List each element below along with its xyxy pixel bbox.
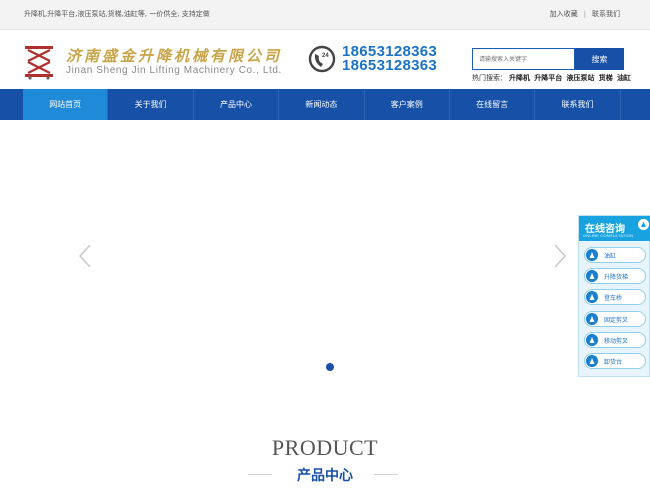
consult-item[interactable]: 卸货台 xyxy=(584,353,646,369)
qq-icon xyxy=(586,334,598,346)
phone-24h-icon: 24 xyxy=(308,45,336,73)
consult-item[interactable]: 登车桥 xyxy=(584,289,646,305)
contact-us-link[interactable]: 联系我们 xyxy=(592,9,620,19)
company-name-en: Jinan Sheng Jin Lifting Machinery Co., L… xyxy=(66,65,282,76)
qq-icon xyxy=(586,291,598,303)
hot-search-label: 热门搜索： xyxy=(472,74,507,82)
hot-term[interactable]: 货梯 xyxy=(599,74,613,82)
next-slide-arrow-icon[interactable] xyxy=(553,243,567,269)
scissor-lift-logo-icon xyxy=(25,46,53,80)
search-button[interactable]: 搜索 xyxy=(575,48,624,70)
consult-item-label: 油缸 xyxy=(604,253,617,260)
add-favorite-link[interactable]: 加入收藏 xyxy=(550,9,578,19)
main-nav: 网站首页 关于我们 产品中心 新闻动态 客户案例 在线留言 联系我们 xyxy=(0,89,650,120)
site-tagline: 升降机,升降平台,液压泵站,货梯,油缸等, 一价供全, 支持定做 xyxy=(24,10,210,18)
hotline: 24 18653128363 18653128363 xyxy=(308,43,448,76)
nav-item-contact[interactable]: 联系我们 xyxy=(535,89,621,120)
hot-term[interactable]: 升降机 xyxy=(509,74,530,82)
consult-item-label: 卸货台 xyxy=(604,359,623,366)
qq-icon xyxy=(586,249,598,261)
nav-item-message[interactable]: 在线留言 xyxy=(450,89,536,120)
prev-slide-arrow-icon[interactable] xyxy=(78,243,92,269)
consult-header: 在线咨询 ONLINE CONSULTATION xyxy=(579,216,650,241)
search-box: 搜索 xyxy=(472,48,624,70)
divider xyxy=(374,474,398,475)
nav-item-news[interactable]: 新闻动态 xyxy=(279,89,365,120)
divider: | xyxy=(583,10,586,18)
consult-subtitle: ONLINE CONSULTATION xyxy=(583,233,634,238)
hot-term[interactable]: 液压泵站 xyxy=(566,74,594,82)
svg-text:24: 24 xyxy=(322,53,329,59)
consult-item[interactable]: 固定剪叉 xyxy=(584,311,646,327)
consult-item-label: 移动剪叉 xyxy=(604,338,629,345)
top-links: 加入收藏 | 联系我们 xyxy=(550,9,620,19)
banner-slider xyxy=(0,120,650,420)
phone-number: 18653128363 xyxy=(342,57,438,74)
online-consult-panel: 在线咨询 ONLINE CONSULTATION 油缸 升降货梯 登车桥 固定剪… xyxy=(578,215,650,377)
qq-icon xyxy=(586,270,598,282)
nav-item-products[interactable]: 产品中心 xyxy=(194,89,280,120)
qq-chat-icon[interactable] xyxy=(638,219,649,230)
hot-term[interactable]: 升降平台 xyxy=(534,74,562,82)
section-title-cn: 产品中心 xyxy=(297,468,353,484)
company-name-cn: 济南盛金升降机械有限公司 xyxy=(66,47,283,65)
nav-item-home[interactable]: 网站首页 xyxy=(23,89,109,120)
consult-item[interactable]: 移动剪叉 xyxy=(584,332,646,348)
hot-term[interactable]: 油缸 xyxy=(617,74,631,82)
section-title-en: PRODUCT xyxy=(271,435,379,460)
consult-item-label: 登车桥 xyxy=(604,295,623,302)
nav-item-about[interactable]: 关于我们 xyxy=(108,89,194,120)
consult-item[interactable]: 升降货梯 xyxy=(584,268,646,284)
hot-search: 热门搜索： 升降机 升降平台 液压泵站 货梯 油缸 xyxy=(472,73,631,83)
top-bar: 升降机,升降平台,液压泵站,货梯,油缸等, 一价供全, 支持定做 加入收藏 | 联系… xyxy=(0,0,650,30)
consult-item-label: 升降货梯 xyxy=(604,274,629,281)
consult-item[interactable]: 油缸 xyxy=(584,247,646,263)
qq-icon xyxy=(586,313,598,325)
slide-indicator-dot[interactable] xyxy=(326,363,334,371)
consult-item-label: 固定剪叉 xyxy=(604,317,629,324)
search-input[interactable] xyxy=(472,48,575,70)
nav-item-cases[interactable]: 客户案例 xyxy=(365,89,450,120)
site-logo[interactable]: 济南盛金升降机械有限公司 Jinan Sheng Jin Lifting Mac… xyxy=(22,44,292,80)
qq-icon xyxy=(586,355,598,367)
